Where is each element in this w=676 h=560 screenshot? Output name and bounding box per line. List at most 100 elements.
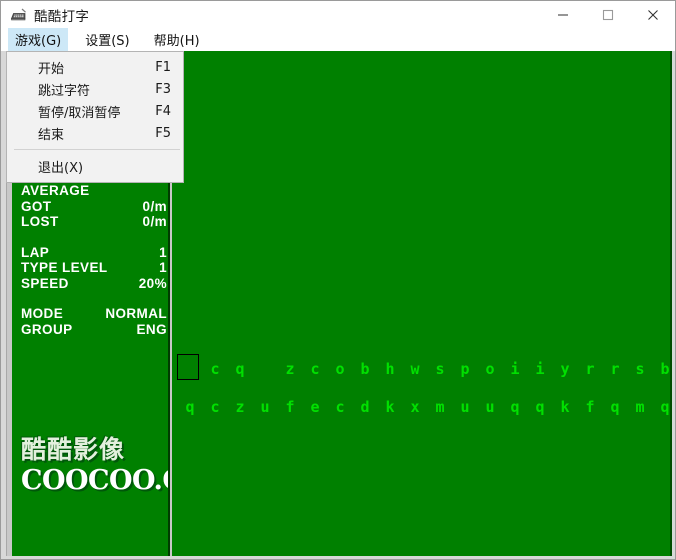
- falling-letter: x: [410, 398, 420, 416]
- stat-average-label: AVERAGE: [21, 183, 90, 198]
- falling-letter: q: [535, 398, 545, 416]
- stat-type-level: TYPE LEVEL 1: [21, 260, 167, 276]
- stat-lap-value: 1: [159, 244, 167, 260]
- menu-bar: 游戏(G) 设置(S) 帮助(H): [1, 28, 675, 52]
- falling-letter: o: [485, 360, 495, 378]
- falling-letter: u: [260, 398, 270, 416]
- menu-item-start-label: 开始: [38, 61, 65, 77]
- stat-lost-value: 0/m: [142, 214, 167, 229]
- stat-speed-label: SPEED: [21, 275, 69, 291]
- menu-item-pause-label: 暂停/取消暂停: [38, 105, 121, 121]
- letter-row-2: qczufecdkxmuuqqkfqmq: [172, 394, 670, 420]
- stat-group-value: ENG: [136, 321, 167, 337]
- stat-got: GOT 0/m: [21, 199, 167, 215]
- minimize-icon: [557, 14, 568, 16]
- menu-item-pause-accel: F4: [155, 103, 171, 119]
- stats-panel: AVERAGE GOT 0/m LOST 0/m LAP 1 TYPE LEVE…: [12, 175, 170, 559]
- stat-lap-label: LAP: [21, 244, 50, 260]
- falling-letter: c: [335, 398, 345, 416]
- menu-separator: [14, 149, 180, 150]
- falling-letter: q: [660, 398, 670, 416]
- falling-letter: i: [535, 360, 545, 378]
- falling-letter: s: [635, 360, 645, 378]
- falling-letter: f: [585, 398, 595, 416]
- window-controls: [540, 1, 675, 29]
- stat-speed: SPEED 20%: [21, 276, 167, 292]
- stat-type-level-label: TYPE LEVEL: [21, 260, 108, 275]
- app-window: 酷酷打字 游戏(G) 设置(S) 帮助(H) AVERAGE GOT 0/m L…: [0, 0, 676, 560]
- falling-letter: c: [310, 360, 320, 378]
- stats-spacer-1: [21, 230, 167, 245]
- menu-item-exit[interactable]: 退出(X): [7, 155, 183, 177]
- falling-letter: q: [185, 398, 195, 416]
- stat-got-label: GOT: [21, 198, 52, 214]
- falling-letter: b: [360, 360, 370, 378]
- maximize-button[interactable]: [585, 1, 630, 29]
- falling-letter: c: [210, 360, 220, 378]
- stat-group: GROUP ENG: [21, 322, 167, 338]
- letter-row-1: cqzcobhwspoiiyrrsb: [172, 356, 670, 382]
- falling-letter: q: [610, 398, 620, 416]
- close-button[interactable]: [630, 1, 675, 29]
- falling-letter: q: [510, 398, 520, 416]
- falling-letter: u: [485, 398, 495, 416]
- falling-letter: u: [460, 398, 470, 416]
- falling-letter: h: [385, 360, 395, 378]
- stats-spacer-2: [21, 291, 167, 306]
- title-bar: 酷酷打字: [1, 1, 675, 29]
- window-title: 酷酷打字: [34, 9, 90, 25]
- falling-letter: m: [635, 398, 645, 416]
- stat-mode: MODE NORMAL: [21, 306, 167, 322]
- falling-letter: c: [210, 398, 220, 416]
- menu-item-start[interactable]: 开始 F1: [7, 56, 183, 78]
- falling-letter: e: [310, 398, 320, 416]
- falling-letter: k: [560, 398, 570, 416]
- falling-letter: z: [285, 360, 295, 378]
- menu-game[interactable]: 游戏(G): [8, 28, 69, 52]
- stat-mode-value: NORMAL: [105, 306, 167, 321]
- falling-letter: y: [560, 360, 570, 378]
- stat-type-level-value: 1: [159, 260, 167, 275]
- falling-letter: o: [335, 360, 345, 378]
- stat-average: AVERAGE: [21, 183, 167, 199]
- menu-item-skip-char[interactable]: 跳过字符 F3: [7, 78, 183, 100]
- falling-letter: z: [235, 398, 245, 416]
- falling-letter: p: [460, 360, 470, 378]
- menu-item-exit-label: 退出(X): [38, 160, 84, 176]
- window-bottom-edge: [1, 556, 675, 559]
- stat-lost: LOST 0/m: [21, 214, 167, 230]
- menu-item-end-accel: F5: [155, 125, 171, 141]
- watermark-chinese: 酷酷影像: [21, 435, 126, 464]
- falling-letter: f: [285, 398, 295, 416]
- menu-item-pause[interactable]: 暂停/取消暂停 F4: [7, 100, 183, 122]
- watermark-logo: 酷酷影像 COOCOO.CC: [21, 435, 168, 515]
- menu-item-skip-char-accel: F3: [155, 81, 171, 97]
- falling-letter: r: [585, 360, 595, 378]
- stat-lap: LAP 1: [21, 245, 167, 261]
- stat-lost-label: LOST: [21, 214, 59, 229]
- maximize-icon: [602, 9, 613, 21]
- falling-letter: w: [410, 360, 420, 378]
- falling-letter: b: [660, 360, 670, 378]
- stat-speed-value: 20%: [138, 275, 167, 291]
- stats-list: AVERAGE GOT 0/m LOST 0/m LAP 1 TYPE LEVE…: [21, 183, 167, 337]
- stat-group-label: GROUP: [21, 321, 73, 337]
- menu-settings[interactable]: 设置(S): [78, 28, 136, 52]
- stat-got-value: 0/m: [142, 198, 167, 214]
- menu-item-start-accel: F1: [155, 59, 171, 75]
- menu-item-end[interactable]: 结束 F5: [7, 122, 183, 144]
- falling-letter: q: [235, 360, 245, 378]
- playfield[interactable]: cqzcobhwspoiiyrrsb qczufecdkxmuuqqkfqmq: [172, 51, 672, 559]
- falling-letter: d: [360, 398, 370, 416]
- falling-letter: s: [435, 360, 445, 378]
- keyboard-icon: [9, 6, 27, 24]
- falling-letter: m: [435, 398, 445, 416]
- game-menu-dropdown: 开始 F1 跳过字符 F3 暂停/取消暂停 F4 结束 F5 退出(X): [6, 51, 184, 183]
- menu-help[interactable]: 帮助(H): [147, 28, 207, 52]
- menu-item-end-label: 结束: [38, 127, 65, 143]
- stat-mode-label: MODE: [21, 306, 64, 321]
- menu-item-skip-char-label: 跳过字符: [38, 83, 91, 99]
- minimize-button[interactable]: [540, 1, 585, 29]
- close-icon: [647, 10, 658, 20]
- falling-letter: r: [610, 360, 620, 378]
